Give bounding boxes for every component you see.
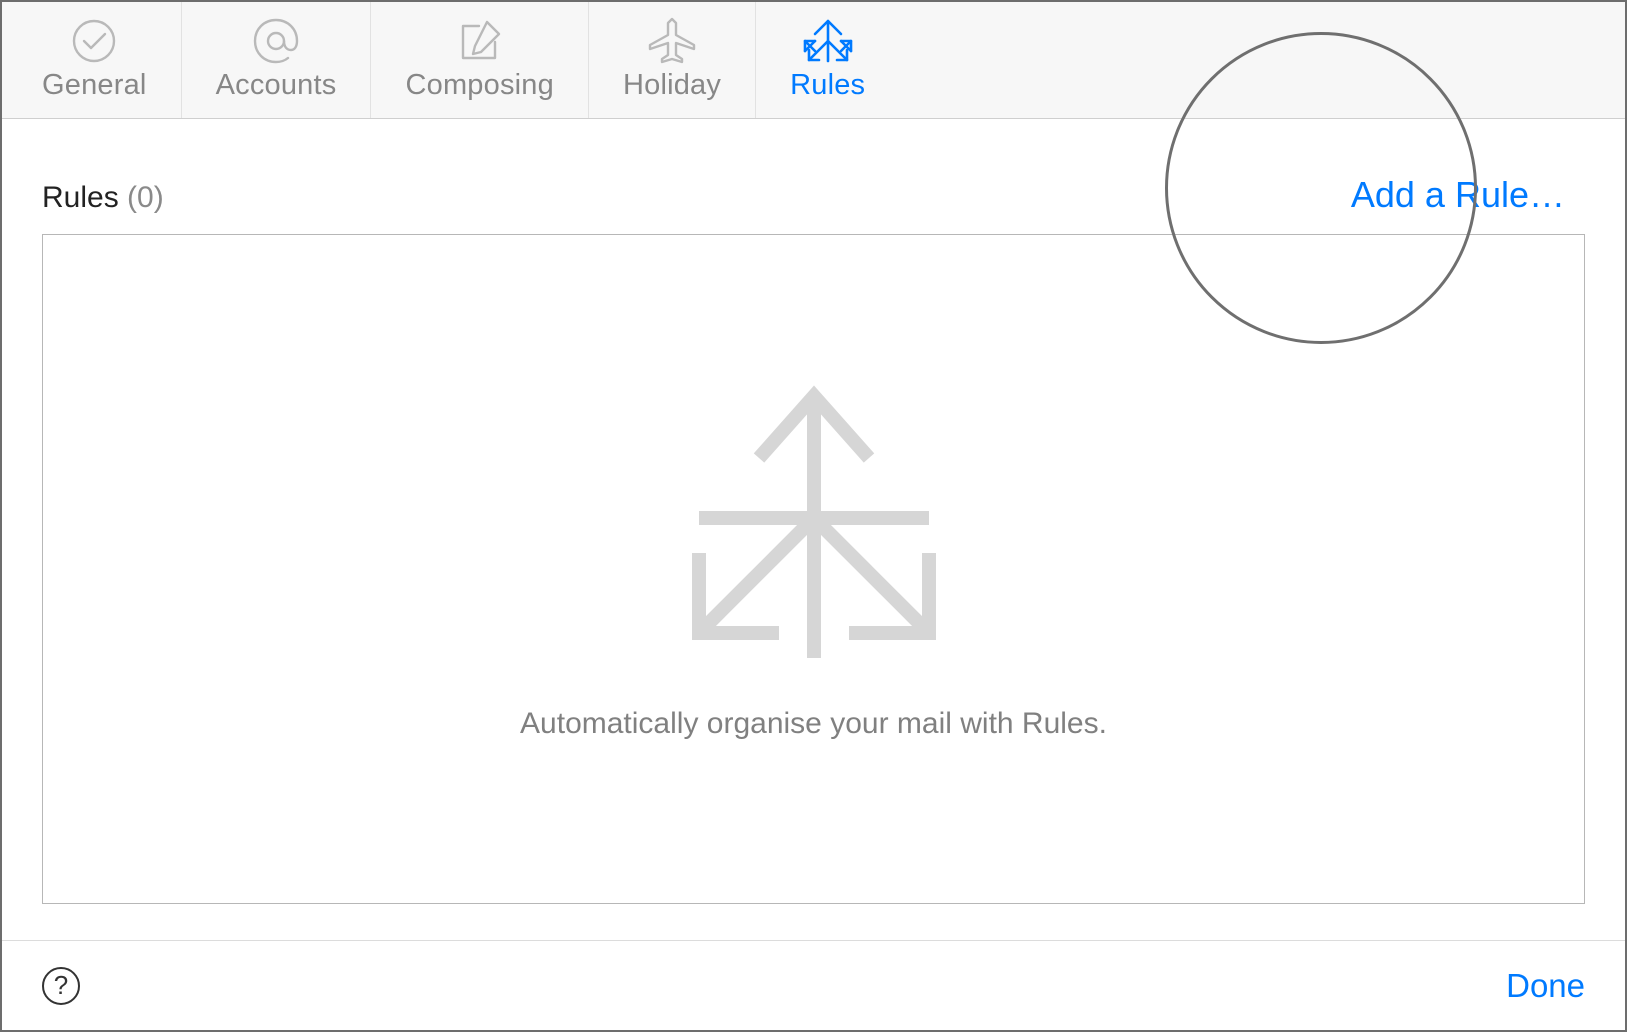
done-button[interactable]: Done — [1506, 967, 1585, 1005]
tab-accounts[interactable]: Accounts — [182, 2, 372, 118]
tab-label: Composing — [405, 69, 554, 102]
tab-label: General — [42, 69, 147, 102]
main-content: Rules (0) Add a Rule… — [2, 119, 1625, 940]
rules-header-row: Rules (0) Add a Rule… — [42, 174, 1585, 216]
at-icon — [248, 13, 304, 69]
tab-holiday[interactable]: Holiday — [589, 2, 756, 118]
tab-general[interactable]: General — [8, 2, 182, 118]
toolbar: General Accounts Composing — [2, 2, 1625, 119]
tab-label: Holiday — [623, 69, 721, 102]
arrows-large-icon — [664, 378, 964, 673]
arrows-icon — [800, 13, 856, 69]
help-button[interactable]: ? — [42, 967, 80, 1005]
rules-heading-label: Rules — [42, 181, 119, 214]
compose-icon — [452, 13, 508, 69]
footer: ? Done — [2, 940, 1625, 1030]
rules-count: (0) — [127, 181, 164, 214]
airplane-icon — [644, 13, 700, 69]
empty-state-text: Automatically organise your mail with Ru… — [520, 707, 1107, 741]
tab-label: Rules — [790, 69, 865, 102]
tab-label: Accounts — [216, 69, 337, 102]
tab-rules[interactable]: Rules — [756, 2, 899, 118]
add-rule-button[interactable]: Add a Rule… — [1351, 174, 1585, 216]
rules-heading: Rules (0) — [42, 181, 164, 215]
preferences-window: General Accounts Composing — [0, 0, 1627, 1032]
checkmark-circle-icon — [66, 13, 122, 69]
rules-list-box: Automatically organise your mail with Ru… — [42, 234, 1585, 904]
tab-composing[interactable]: Composing — [371, 2, 589, 118]
